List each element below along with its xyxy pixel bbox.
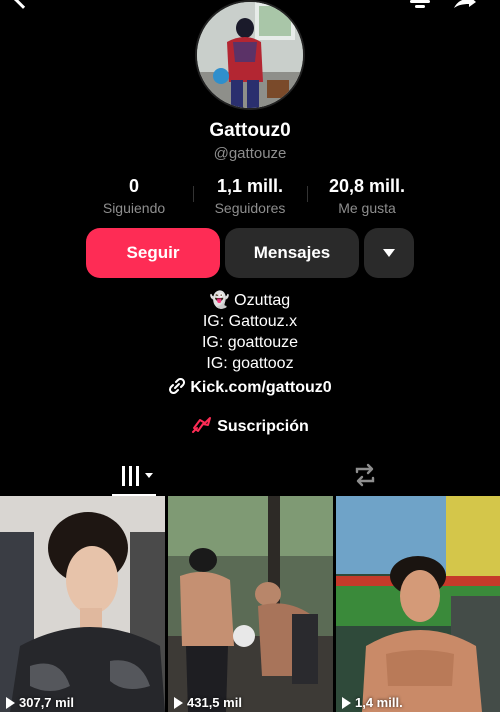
stat-following[interactable]: 0 Siguiendo bbox=[75, 176, 193, 216]
message-button[interactable]: Mensajes bbox=[225, 228, 359, 278]
view-count: 1,4 mill. bbox=[342, 695, 403, 710]
profile-stats: 0 Siguiendo 1,1 mill. Seguidores 20,8 mi… bbox=[75, 176, 425, 216]
video-thumbnail[interactable]: 431,5 mil bbox=[168, 496, 333, 712]
video-grid: 307,7 mil 431,5 mil 1,4 mill. bbox=[0, 496, 500, 712]
stat-followers[interactable]: 1,1 mill. Seguidores bbox=[195, 176, 305, 216]
chevron-down-icon bbox=[145, 473, 153, 478]
notification-bell-icon[interactable] bbox=[408, 0, 432, 10]
profile-actions: Seguir Mensajes bbox=[0, 228, 500, 278]
play-icon bbox=[174, 696, 183, 709]
stat-divider bbox=[307, 186, 308, 202]
share-icon[interactable] bbox=[452, 0, 478, 10]
tab-videos[interactable] bbox=[112, 460, 156, 496]
bio-line: IG: Gattouz.x bbox=[202, 313, 298, 330]
follow-button[interactable]: Seguir bbox=[86, 228, 220, 278]
view-count: 431,5 mil bbox=[174, 695, 242, 710]
view-count: 307,7 mil bbox=[6, 695, 74, 710]
followers-label: Seguidores bbox=[214, 200, 286, 216]
content-tabs bbox=[0, 456, 500, 496]
play-icon bbox=[342, 696, 351, 709]
video-thumbnail[interactable]: 307,7 mil bbox=[0, 496, 165, 712]
bio-line: IG: goattouze bbox=[201, 334, 299, 351]
stat-divider bbox=[193, 186, 194, 202]
chevron-down-icon bbox=[383, 249, 395, 257]
stat-likes[interactable]: 20,8 mill. Me gusta bbox=[309, 176, 425, 216]
more-options-button[interactable] bbox=[364, 228, 414, 278]
username-handle: @gattouze bbox=[213, 145, 287, 162]
bio: 👻 Ozuttag IG: Gattouz.x IG: goattouze IG… bbox=[0, 290, 500, 374]
view-count-text: 431,5 mil bbox=[187, 695, 242, 710]
view-count-text: 1,4 mill. bbox=[355, 695, 403, 710]
followers-count: 1,1 mill. bbox=[216, 176, 284, 196]
play-icon bbox=[6, 696, 15, 709]
likes-count: 20,8 mill. bbox=[328, 176, 406, 196]
bio-line: IG: goattooz bbox=[206, 355, 294, 372]
subscription-icon bbox=[192, 417, 212, 433]
display-name: Gattouz0 bbox=[209, 120, 291, 141]
bio-line: 👻 Ozuttag bbox=[209, 292, 291, 309]
video-thumbnail[interactable]: 1,4 mill. bbox=[336, 496, 500, 712]
subscription-label: Suscripción bbox=[217, 418, 309, 435]
following-count: 0 bbox=[128, 176, 139, 196]
link-icon bbox=[169, 378, 186, 394]
repost-icon[interactable] bbox=[352, 462, 378, 488]
following-label: Siguiendo bbox=[102, 200, 166, 216]
subscription-button[interactable]: Suscripción bbox=[0, 416, 500, 436]
bio-link-text: Kick.com/gattouz0 bbox=[190, 379, 332, 396]
bio-link[interactable]: Kick.com/gattouz0 bbox=[0, 378, 500, 397]
likes-label: Me gusta bbox=[338, 200, 396, 216]
grid-icon bbox=[120, 466, 142, 486]
view-count-text: 307,7 mil bbox=[19, 695, 74, 710]
avatar[interactable] bbox=[195, 0, 305, 110]
back-arrow-icon[interactable] bbox=[13, 0, 33, 9]
